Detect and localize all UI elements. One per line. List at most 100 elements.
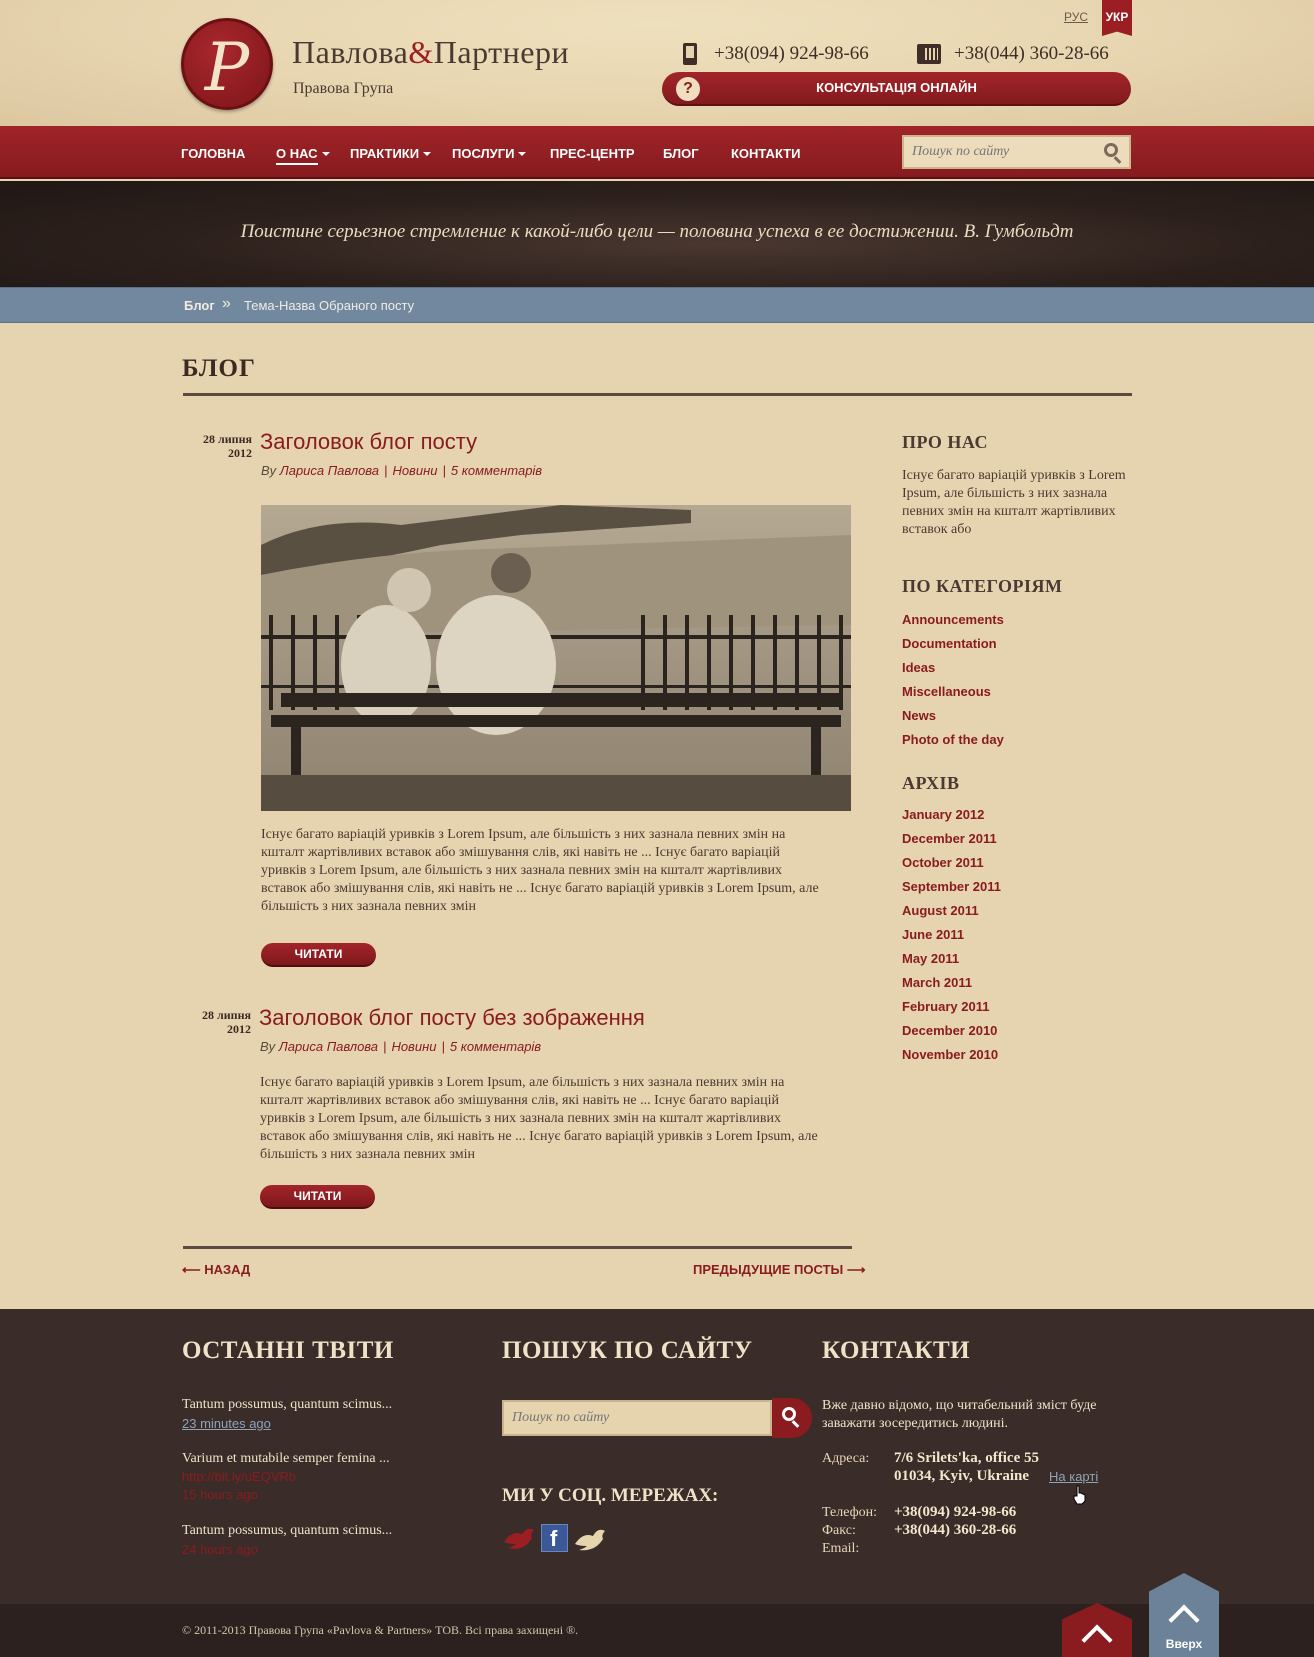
fax-label: Факс: <box>822 1523 856 1538</box>
lang-ru-link[interactable]: РУС <box>1064 10 1088 24</box>
post-date: 28 липня 2012 <box>181 1008 251 1036</box>
post-meta-by: By <box>260 1039 276 1054</box>
facebook-icon[interactable]: f <box>541 1524 568 1552</box>
logo[interactable]: P <box>181 18 273 110</box>
post-author-link[interactable]: Лариса Павлова <box>279 1039 378 1054</box>
tweet-link[interactable]: http://bit.ly/uEQVRb <box>182 1469 296 1484</box>
tweet-time-link[interactable]: 23 minutes ago <box>182 1416 271 1431</box>
page-title: БЛОГ <box>182 355 256 382</box>
footer-search-button[interactable] <box>772 1398 812 1438</box>
brand-name-amp: & <box>408 34 434 70</box>
archive-link[interactable]: June 2011 <box>902 927 964 942</box>
phone-mobile: +38(094) 924-98-66 <box>714 43 869 64</box>
search-icon[interactable] <box>1104 143 1118 157</box>
nav-item-label: ПРАКТИКИ <box>350 146 420 161</box>
footer-contacts-text: Вже давно відомо, що читабельний зміст б… <box>822 1398 1097 1431</box>
tweet-text: Tantum possumus, quantum scimus... <box>182 1397 393 1412</box>
facebook-letter: f <box>550 1526 558 1551</box>
post-title-link[interactable]: Заголовок блог посту <box>260 429 477 455</box>
nav-search-box <box>902 135 1131 169</box>
archive-link[interactable]: August 2011 <box>902 903 979 918</box>
archive-link[interactable]: September 2011 <box>902 879 1001 894</box>
map-link[interactable]: На карті <box>1049 1469 1098 1484</box>
nav-item-press[interactable]: ПРЕС-ЦЕНТР <box>550 146 635 161</box>
post-comments-link[interactable]: 5 комментарів <box>450 1039 541 1054</box>
phone-office: +38(044) 360-28-66 <box>954 43 1109 64</box>
email-label: Email: <box>822 1541 860 1556</box>
tweet-text: Varium et mutabile semper femina ... <box>182 1451 390 1466</box>
tweet-text: Tantum possumus, quantum scimus... <box>182 1523 393 1538</box>
breadcrumb-separator: » <box>222 295 231 312</box>
address-line1: 7/6 Srilets'ka, office 55 <box>894 1450 1039 1466</box>
meta-separator: | <box>441 1039 445 1054</box>
archive-link[interactable]: October 2011 <box>902 855 984 870</box>
post-category-link[interactable]: Новини <box>391 1039 436 1054</box>
nav-item-blog[interactable]: БЛОГ <box>663 146 699 161</box>
consult-online-button[interactable]: ? КОНСУЛЬТАЦІЯ ОНЛАЙН <box>662 72 1131 106</box>
nav-item-label: О НАС <box>276 146 318 165</box>
brand-name[interactable]: Павлова&Партнери <box>292 34 569 71</box>
address-label: Адреса: <box>822 1451 870 1466</box>
lang-uk-active[interactable]: УКР <box>1102 0 1132 36</box>
post-comments-link[interactable]: 5 комментарів <box>451 463 542 478</box>
twitter-icon[interactable] <box>573 1524 607 1554</box>
nav-item-practices[interactable]: ПРАКТИКИ <box>350 146 432 161</box>
category-link[interactable]: News <box>902 708 936 723</box>
nav-item-label: КОНТАКТИ <box>731 146 801 161</box>
nav-item-about[interactable]: О НАС <box>276 146 330 165</box>
post-meta-by: By <box>261 463 277 478</box>
post-date-day: 28 липня <box>202 1008 251 1022</box>
meta-separator: | <box>442 463 446 478</box>
sidebar-archive-title: АРХІВ <box>902 773 960 793</box>
category-link[interactable]: Photo of the day <box>902 732 1004 747</box>
hero-banner: Поистине серьезное стремление к какой-ли… <box>0 181 1314 287</box>
nav-item-contacts[interactable]: КОНТАКТИ <box>731 146 801 161</box>
post-author-link[interactable]: Лариса Павлова <box>280 463 379 478</box>
caret-down-icon <box>518 152 527 156</box>
category-link[interactable]: Documentation <box>902 636 997 651</box>
post-meta: By Лариса Павлова | Новини | 5 комментарів <box>261 463 542 478</box>
meta-separator: | <box>383 1039 387 1054</box>
bird-social-icon[interactable] <box>502 1524 536 1554</box>
category-link[interactable]: Miscellaneous <box>902 684 991 699</box>
nav-search-input[interactable] <box>904 137 1094 167</box>
chevron-up-icon <box>1081 1624 1113 1656</box>
pager-back-link[interactable]: ⟵ НАЗАД <box>182 1262 250 1278</box>
question-icon: ? <box>676 77 700 101</box>
nav-item-home[interactable]: ГОЛОВНА <box>181 146 245 161</box>
post-meta: By Лариса Павлова | Новини | 5 комментарів <box>260 1039 541 1054</box>
read-more-button[interactable]: ЧИТАТИ <box>261 943 376 967</box>
read-more-button[interactable]: ЧИТАТИ <box>260 1185 375 1209</box>
post-date-year: 2012 <box>228 446 252 460</box>
post-excerpt: Існує багато варіацій уривків з Lorem Ip… <box>260 1075 818 1162</box>
footer-search-input[interactable] <box>504 1402 754 1434</box>
archive-link[interactable]: December 2011 <box>902 831 997 846</box>
nav-item-label: ГОЛОВНА <box>181 146 246 161</box>
mobile-phone-icon <box>683 43 697 65</box>
archive-link[interactable]: January 2012 <box>902 807 984 822</box>
archive-link[interactable]: February 2011 <box>902 999 989 1014</box>
category-link[interactable]: Ideas <box>902 660 935 675</box>
archive-link[interactable]: November 2010 <box>902 1047 998 1062</box>
title-divider <box>183 393 1132 396</box>
office-phone-icon <box>917 44 941 64</box>
category-link[interactable]: Announcements <box>902 612 1004 627</box>
archive-link[interactable]: March 2011 <box>902 975 972 990</box>
footer-search-title: ПОШУК ПО САЙТУ <box>502 1337 753 1364</box>
post-category-link[interactable]: Новини <box>392 463 437 478</box>
pager-previous-link[interactable]: ПРЕДЫДУЩИЕ ПОСТЫ ⟶ <box>693 1262 866 1278</box>
breadcrumb-root[interactable]: Блог <box>184 298 215 313</box>
phone-value: +38(094) 924-98-66 <box>894 1504 1017 1520</box>
brand-subtitle: Правова Група <box>293 80 394 97</box>
sidebar-about-text: Існує багато варіацій уривків з Lorem Ip… <box>902 468 1126 537</box>
archive-link[interactable]: May 2011 <box>902 951 959 966</box>
sidebar-categories-title: ПО КАТЕГОРІЯМ <box>902 576 1063 596</box>
nav-item-label: ПОСЛУГИ <box>452 146 515 161</box>
post-date: 28 липня 2012 <box>182 432 252 460</box>
post-title-link[interactable]: Заголовок блог посту без зображення <box>259 1005 645 1031</box>
caret-down-icon <box>423 152 432 156</box>
brand-name-first: Павлова <box>292 34 409 70</box>
archive-link[interactable]: December 2010 <box>902 1023 997 1038</box>
nav-item-services[interactable]: ПОСЛУГИ <box>452 146 527 161</box>
post-image[interactable] <box>261 505 851 811</box>
